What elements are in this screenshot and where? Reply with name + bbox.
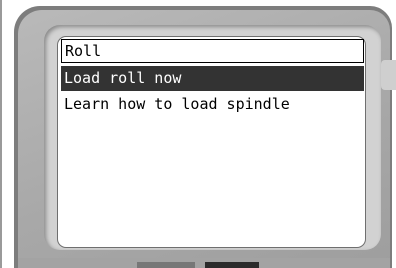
bezel-bottom-tab-active [205,262,259,268]
menu-title: Roll [65,42,102,60]
device-bezel-bottom [18,258,390,268]
bezel-side-notch [381,60,396,90]
bezel-bottom-tab [137,262,195,268]
menu-item-load-roll-now[interactable]: Load roll now [61,66,364,91]
menu-item-learn-load-spindle[interactable]: Learn how to load spindle [61,92,364,117]
menu-title-box: Roll [61,39,364,63]
left-frame-border [0,0,2,268]
